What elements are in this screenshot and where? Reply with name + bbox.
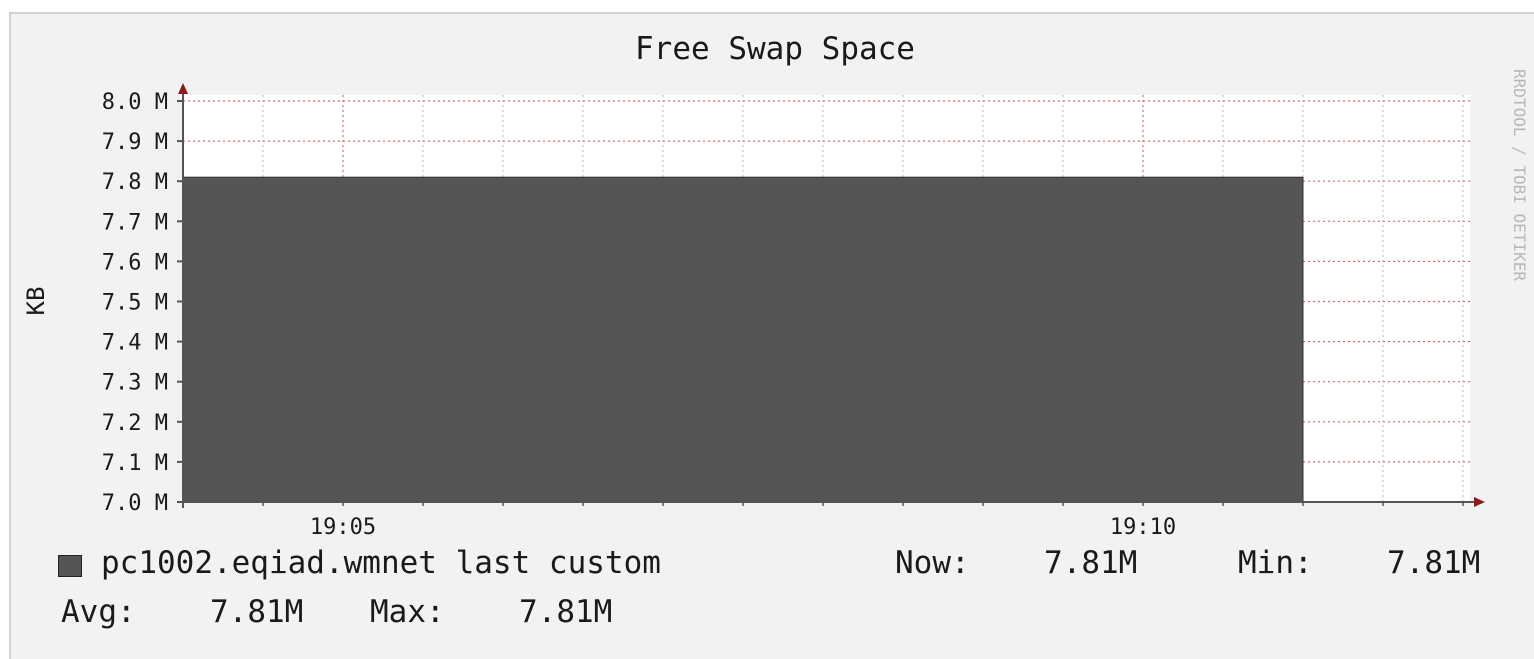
y-tick-label: 7.7 M xyxy=(102,210,168,235)
x-tick-label: 19:05 xyxy=(310,515,376,540)
y-tick-label: 7.3 M xyxy=(102,371,168,396)
y-tick-label: 7.2 M xyxy=(102,411,168,436)
y-tick-label: 7.0 M xyxy=(102,491,168,516)
y-tick-label: 7.8 M xyxy=(102,170,168,195)
series-area xyxy=(182,176,1304,503)
y-tick-label: 7.6 M xyxy=(102,250,168,275)
legend-min-value: 7.81M xyxy=(1387,545,1481,581)
graph-frame: Free Swap Space KB RRDTOOL / TOBI OETIKE… xyxy=(0,0,1534,659)
x-tick-label: 19:10 xyxy=(1110,515,1176,540)
chart-title: Free Swap Space xyxy=(635,31,915,67)
legend-now-label: Now: xyxy=(895,545,970,581)
legend-series-label: pc1002.eqiad.wmnet last custom xyxy=(101,545,661,581)
legend-now-value: 7.81M xyxy=(1044,545,1138,581)
watermark: RRDTOOL / TOBI OETIKER xyxy=(1510,69,1529,281)
legend-avg-label: Avg: xyxy=(61,594,136,630)
y-tick-label: 7.4 M xyxy=(102,331,168,356)
y-tick-label: 7.5 M xyxy=(102,291,168,316)
legend-min-label: Min: xyxy=(1238,545,1313,581)
legend-max-value: 7.81M xyxy=(519,594,613,630)
x-axis-arrow xyxy=(1474,497,1485,507)
y-tick-label: 8.0 M xyxy=(102,90,168,115)
legend-avg-value: 7.81M xyxy=(210,594,304,630)
y-axis-label: KB xyxy=(22,287,50,316)
series-area-mark xyxy=(182,176,1304,503)
x-tick-labels: 19:05 19:10 xyxy=(310,515,1176,540)
y-axis-arrow xyxy=(178,83,188,94)
legend-swatch xyxy=(58,555,82,577)
y-tick-label: 7.9 M xyxy=(102,130,168,155)
legend-max-label: Max: xyxy=(370,594,445,630)
y-tick-labels: 7.0 M 7.1 M 7.2 M 7.3 M 7.4 M 7.5 M 7.6 M 7.7 M… xyxy=(102,90,168,516)
y-tick-label: 7.1 M xyxy=(102,451,168,476)
